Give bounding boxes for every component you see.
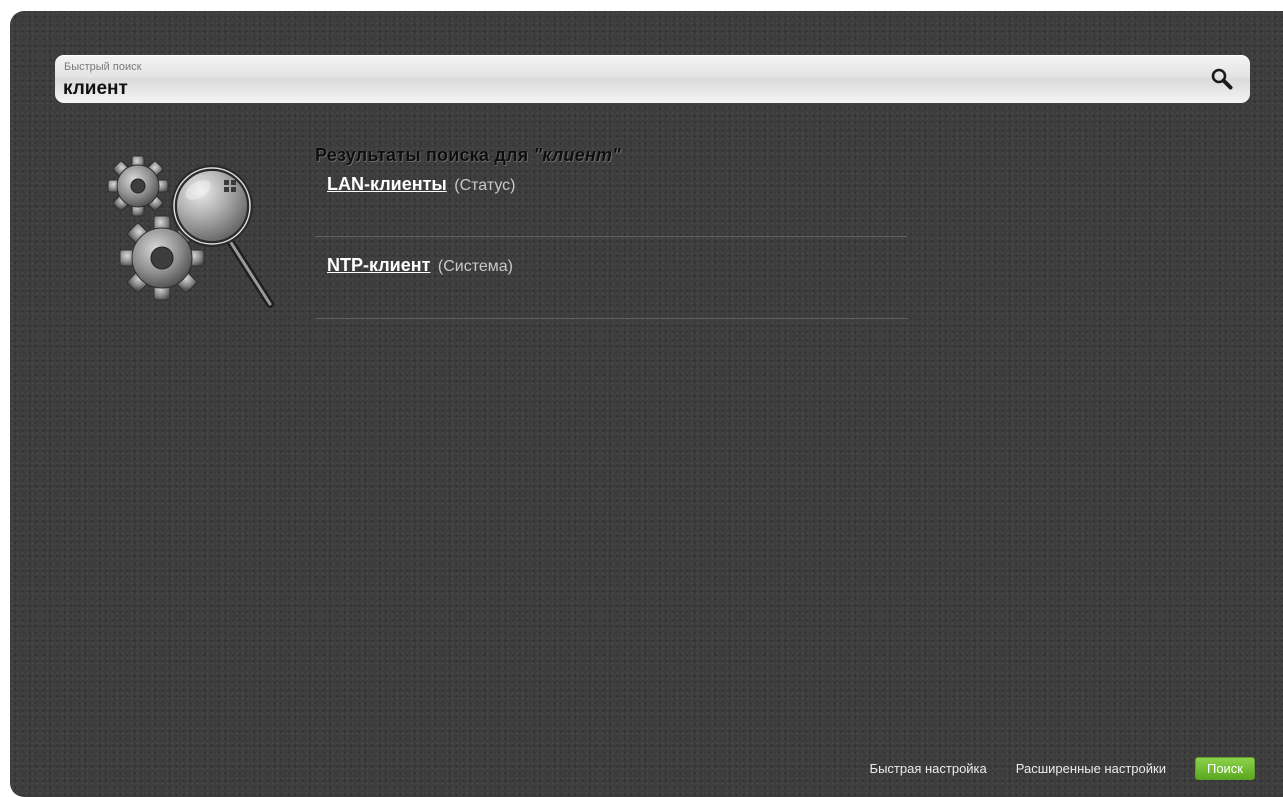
result-link-ntp-client[interactable]: NTP-клиент (327, 255, 430, 275)
search-button[interactable]: Поиск (1194, 757, 1255, 780)
search-caption: Быстрый поиск (64, 61, 142, 73)
footer-nav: Быстрая настройка Расширенные настройки … (870, 757, 1255, 780)
result-item: LAN-клиенты (Статус) (315, 166, 907, 237)
results-title-prefix: Результаты поиска для (315, 145, 534, 165)
result-item: NTP-клиент (Система) (315, 237, 907, 319)
quick-search-bar[interactable]: Быстрый поиск клиент (55, 55, 1250, 103)
search-icon[interactable] (1210, 67, 1234, 91)
results-title-term: "клиент" (533, 145, 621, 165)
result-section: (Статус) (454, 177, 516, 194)
result-link-lan-clients[interactable]: LAN-клиенты (327, 174, 447, 194)
quick-setup-link[interactable]: Быстрая настройка (870, 761, 987, 776)
results-title: Результаты поиска для "клиент" (315, 145, 907, 166)
search-results: Результаты поиска для "клиент" LAN-клиен… (315, 145, 907, 319)
gears-magnifier-icon (100, 146, 275, 311)
search-input[interactable]: клиент (63, 78, 128, 100)
app-window: Быстрый поиск клиент Результаты поиска д… (10, 11, 1283, 797)
result-section: (Система) (437, 258, 513, 275)
advanced-settings-link[interactable]: Расширенные настройки (1016, 761, 1166, 776)
